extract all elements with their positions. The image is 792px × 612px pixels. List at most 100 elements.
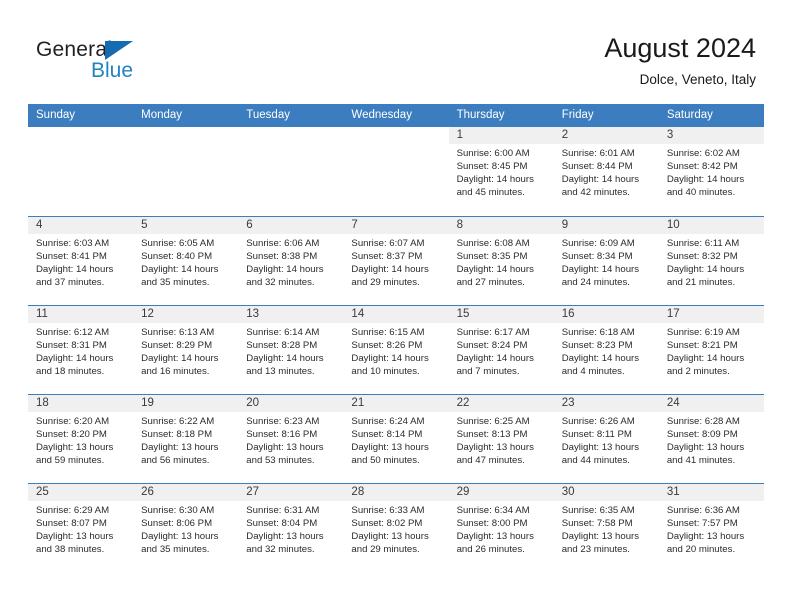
day-detail-line: Daylight: 13 hours xyxy=(456,442,534,454)
day-detail-line: Sunset: 8:40 PM xyxy=(141,251,213,263)
day-number: 27 xyxy=(246,486,260,498)
calendar-day-cell[interactable]: 28 Sunrise: 6:33 AM Sunset: 8:02 PM Dayligh… xyxy=(343,484,449,572)
calendar-day-cell[interactable]: 2 Sunrise: 6:01 AM Sunset: 8:44 PM Daylight… xyxy=(553,127,659,216)
day-number: 4 xyxy=(36,219,43,231)
calendar-day-cell[interactable]: 25 Sunrise: 6:29 AM Sunset: 8:07 PM Dayligh… xyxy=(28,484,134,572)
calendar-day-cell-empty xyxy=(28,127,134,216)
calendar-day-cell[interactable]: 30 Sunrise: 6:35 AM Sunset: 7:58 PM Dayligh… xyxy=(553,484,659,572)
day-detail-line: and 16 minutes. xyxy=(141,366,210,378)
day-detail-line: Daylight: 13 hours xyxy=(246,531,324,543)
day-detail-line: and 26 minutes. xyxy=(456,544,525,556)
day-number-band: 8 xyxy=(448,217,554,234)
day-details: Sunrise: 6:07 AM Sunset: 8:37 PM Daylight:… xyxy=(343,234,448,289)
calendar-day-cell[interactable]: 9 Sunrise: 6:09 AM Sunset: 8:34 PM Daylight… xyxy=(553,217,659,305)
day-detail-line: Sunrise: 6:31 AM xyxy=(246,505,320,516)
day-detail-line: Sunset: 8:44 PM xyxy=(561,161,633,173)
calendar-day-cell[interactable]: 1 Sunrise: 6:00 AM Sunset: 8:45 PM Daylight… xyxy=(448,127,554,216)
calendar-day-cell[interactable]: 23 Sunrise: 6:26 AM Sunset: 8:11 PM Dayligh… xyxy=(553,395,659,483)
calendar-day-cell[interactable]: 24 Sunrise: 6:28 AM Sunset: 8:09 PM Dayligh… xyxy=(658,395,764,483)
day-number: 13 xyxy=(246,308,260,320)
day-number: 1 xyxy=(456,129,463,141)
calendar-day-cell[interactable]: 3 Sunrise: 6:02 AM Sunset: 8:42 PM Daylight… xyxy=(658,127,764,216)
day-detail-line: and 27 minutes. xyxy=(456,277,525,289)
day-number: 26 xyxy=(141,486,154,498)
calendar-day-cell[interactable]: 5 Sunrise: 6:05 AM Sunset: 8:40 PM Daylight… xyxy=(133,217,239,305)
day-number-band: 5 xyxy=(133,217,239,234)
day-number-band: 21 xyxy=(343,395,449,412)
calendar-day-cell[interactable]: 14 Sunrise: 6:15 AM Sunset: 8:26 PM Dayligh… xyxy=(343,306,449,394)
day-details: Sunrise: 6:35 AM Sunset: 7:58 PM Daylight:… xyxy=(554,501,659,556)
day-detail-line: and 40 minutes. xyxy=(666,187,736,199)
day-details: Sunrise: 6:28 AM Sunset: 8:09 PM Daylight:… xyxy=(659,412,764,467)
day-number: 10 xyxy=(666,219,680,231)
day-details: Sunrise: 6:12 AM Sunset: 8:31 PM Daylight:… xyxy=(28,323,133,378)
calendar-week-row: 18 Sunrise: 6:20 AM Sunset: 8:20 PM Dayligh… xyxy=(28,394,764,483)
calendar-day-cell[interactable]: 15 Sunrise: 6:17 AM Sunset: 8:24 PM Dayligh… xyxy=(448,306,554,394)
day-details: Sunrise: 6:22 AM Sunset: 8:18 PM Daylight:… xyxy=(133,412,238,467)
day-details: Sunrise: 6:15 AM Sunset: 8:26 PM Daylight:… xyxy=(343,323,448,378)
weekday-header-monday: Monday xyxy=(141,109,183,121)
day-details: Sunrise: 6:01 AM Sunset: 8:44 PM Daylight:… xyxy=(554,144,659,199)
day-detail-line: Daylight: 14 hours xyxy=(561,174,640,186)
day-detail-line: Sunrise: 6:00 AM xyxy=(456,148,530,159)
calendar-day-cell[interactable]: 17 Sunrise: 6:19 AM Sunset: 8:21 PM Dayligh… xyxy=(658,306,764,394)
calendar-day-cell[interactable]: 12 Sunrise: 6:13 AM Sunset: 8:29 PM Dayligh… xyxy=(133,306,239,394)
calendar-day-cell[interactable]: 13 Sunrise: 6:14 AM Sunset: 8:28 PM Dayligh… xyxy=(238,306,344,394)
calendar-day-cell[interactable]: 22 Sunrise: 6:25 AM Sunset: 8:13 PM Dayligh… xyxy=(448,395,554,483)
day-detail-line: Sunrise: 6:08 AM xyxy=(456,238,530,249)
day-details: Sunrise: 6:08 AM Sunset: 8:35 PM Daylight:… xyxy=(449,234,554,289)
general-blue-logo[interactable]: General Blue xyxy=(36,38,236,86)
calendar-day-cell[interactable]: 8 Sunrise: 6:08 AM Sunset: 8:35 PM Daylight… xyxy=(448,217,554,305)
day-detail-line: Daylight: 13 hours xyxy=(666,442,745,454)
day-detail-line: Sunrise: 6:23 AM xyxy=(246,416,320,427)
calendar-day-cell[interactable]: 19 Sunrise: 6:22 AM Sunset: 8:18 PM Dayligh… xyxy=(133,395,239,483)
calendar-day-cell[interactable]: 7 Sunrise: 6:07 AM Sunset: 8:37 PM Daylight… xyxy=(343,217,449,305)
logo-text-blue: Blue xyxy=(91,59,134,82)
day-detail-line: Sunrise: 6:24 AM xyxy=(351,416,425,427)
day-detail-line: Sunset: 8:18 PM xyxy=(141,429,213,441)
day-detail-line: Sunset: 8:41 PM xyxy=(36,251,107,263)
day-detail-line: Daylight: 14 hours xyxy=(561,264,640,276)
day-number-band: 19 xyxy=(133,395,239,412)
calendar-day-cell[interactable]: 26 Sunrise: 6:30 AM Sunset: 8:06 PM Dayligh… xyxy=(133,484,239,572)
weekday-header-tuesday: Tuesday xyxy=(246,109,290,121)
calendar-day-cell[interactable]: 29 Sunrise: 6:34 AM Sunset: 8:00 PM Dayligh… xyxy=(448,484,554,572)
day-details: Sunrise: 6:02 AM Sunset: 8:42 PM Daylight:… xyxy=(659,144,764,199)
day-detail-line: Sunset: 8:09 PM xyxy=(666,429,738,441)
calendar-week-row: 25 Sunrise: 6:29 AM Sunset: 8:07 PM Dayligh… xyxy=(28,483,764,572)
day-details: Sunrise: 6:17 AM Sunset: 8:24 PM Daylight:… xyxy=(449,323,554,378)
day-detail-line: Sunset: 8:02 PM xyxy=(351,518,423,530)
day-number: 14 xyxy=(351,308,365,320)
day-detail-line: Daylight: 13 hours xyxy=(141,531,219,543)
day-detail-line: Sunset: 8:26 PM xyxy=(351,340,423,352)
day-number: 18 xyxy=(36,397,49,409)
day-detail-line: and 7 minutes. xyxy=(456,366,520,378)
day-details: Sunrise: 6:03 AM Sunset: 8:41 PM Daylight:… xyxy=(28,234,133,289)
calendar-day-cell[interactable]: 16 Sunrise: 6:18 AM Sunset: 8:23 PM Dayligh… xyxy=(553,306,659,394)
calendar-day-cell[interactable]: 11 Sunrise: 6:12 AM Sunset: 8:31 PM Dayligh… xyxy=(28,306,134,394)
calendar-day-cell[interactable]: 20 Sunrise: 6:23 AM Sunset: 8:16 PM Dayligh… xyxy=(238,395,344,483)
day-number: 8 xyxy=(456,219,463,231)
day-details: Sunrise: 6:11 AM Sunset: 8:32 PM Daylight:… xyxy=(659,234,764,289)
calendar-day-cell[interactable]: 10 Sunrise: 6:11 AM Sunset: 8:32 PM Dayligh… xyxy=(658,217,764,305)
day-number-band: 7 xyxy=(343,217,449,234)
day-detail-line: Sunrise: 6:34 AM xyxy=(456,505,530,516)
day-detail-line: Sunrise: 6:19 AM xyxy=(666,327,740,338)
day-details xyxy=(343,144,448,147)
day-detail-line: Sunrise: 6:15 AM xyxy=(351,327,425,338)
calendar-day-cell[interactable]: 18 Sunrise: 6:20 AM Sunset: 8:20 PM Dayligh… xyxy=(28,395,134,483)
day-details xyxy=(133,144,238,147)
calendar-day-cell[interactable]: 31 Sunrise: 6:36 AM Sunset: 7:57 PM Dayligh… xyxy=(658,484,764,572)
day-detail-line: Sunrise: 6:18 AM xyxy=(561,327,635,338)
day-number-band: 22 xyxy=(448,395,554,412)
day-number-band: 23 xyxy=(553,395,659,412)
calendar-day-cell[interactable]: 27 Sunrise: 6:31 AM Sunset: 8:04 PM Dayligh… xyxy=(238,484,344,572)
day-detail-line: and 18 minutes. xyxy=(36,366,105,378)
day-detail-line: Daylight: 14 hours xyxy=(246,264,324,276)
calendar-day-cell[interactable]: 6 Sunrise: 6:06 AM Sunset: 8:38 PM Daylight… xyxy=(238,217,344,305)
day-detail-line: Daylight: 14 hours xyxy=(141,264,219,276)
day-details xyxy=(28,144,133,147)
calendar-day-cell[interactable]: 21 Sunrise: 6:24 AM Sunset: 8:14 PM Dayligh… xyxy=(343,395,449,483)
calendar-day-cell[interactable]: 4 Sunrise: 6:03 AM Sunset: 8:41 PM Daylight… xyxy=(28,217,134,305)
day-detail-line: Sunset: 7:57 PM xyxy=(666,518,738,530)
